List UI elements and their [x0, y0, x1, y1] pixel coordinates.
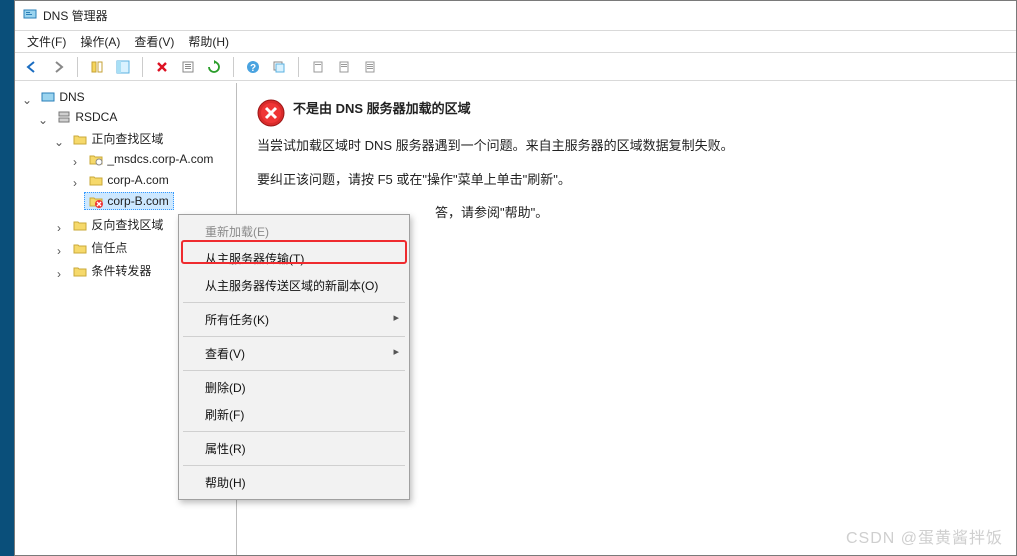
back-button[interactable]: [21, 56, 43, 78]
ctx-view[interactable]: 查看(V): [181, 340, 407, 367]
ctx-sep: [183, 370, 405, 371]
tree-root-label: DNS: [59, 90, 84, 104]
folder-icon: [73, 132, 87, 146]
toolbar-sep: [77, 57, 78, 77]
left-desktop-strip: [0, 0, 14, 556]
tree-trust-points[interactable]: 信任点: [68, 237, 132, 258]
spacer: [69, 197, 81, 211]
twisty-icon[interactable]: ›: [69, 176, 81, 190]
tree-z1-label: corp-A.com: [107, 173, 168, 187]
zone-error-icon: [89, 194, 103, 208]
twisty-icon[interactable]: ⌄: [53, 135, 65, 149]
ctx-properties[interactable]: 属性(R): [181, 435, 407, 462]
twisty-icon[interactable]: ⌄: [37, 113, 49, 127]
content-p1: 当尝试加载区域时 DNS 服务器遇到一个问题。来自主服务器的区域数据复制失败。: [257, 134, 996, 157]
dns-icon: [41, 90, 55, 104]
twisty-icon[interactable]: ›: [53, 267, 65, 281]
twisty-icon[interactable]: ⌄: [21, 93, 33, 107]
ctx-sep: [183, 336, 405, 337]
svg-text:?: ?: [250, 63, 256, 74]
ctx-reload: 重新加载(E): [181, 218, 407, 245]
menubar: 文件(F) 操作(A) 查看(V) 帮助(H): [15, 31, 1016, 53]
delete-button[interactable]: [151, 56, 173, 78]
help-button[interactable]: ?: [242, 56, 264, 78]
toolbar-sep-3: [233, 57, 234, 77]
forward-button[interactable]: [47, 56, 69, 78]
ctx-refresh[interactable]: 刷新(F): [181, 401, 407, 428]
content-p3-partial: 答，请参阅"帮助"。: [435, 201, 996, 224]
window-title: DNS 管理器: [43, 7, 108, 24]
tree-root-dns[interactable]: DNS: [36, 88, 89, 106]
ctx-sep: [183, 431, 405, 432]
folder-icon: [73, 264, 87, 278]
tree-trust-label: 信任点: [91, 239, 127, 256]
tree-zone-corp-a[interactable]: corp-A.com: [84, 171, 173, 189]
twisty-icon[interactable]: ›: [53, 221, 65, 235]
folder-icon: [73, 218, 87, 232]
tree-zone-msdcs[interactable]: _msdcs.corp-A.com: [84, 150, 218, 168]
tree-cond-label: 条件转发器: [91, 262, 151, 279]
up-button[interactable]: [86, 56, 108, 78]
filter-1-button[interactable]: [307, 56, 329, 78]
ctx-new-copy-from-master[interactable]: 从主服务器传送区域的新副本(O): [181, 272, 407, 299]
watermark: CSDN @蛋黄酱拌饭: [846, 524, 1003, 548]
zone-icon: [89, 152, 103, 166]
dns-app-icon: [23, 7, 37, 24]
window: DNS 管理器 文件(F) 操作(A) 查看(V) 帮助(H) ? ⌄: [14, 0, 1017, 556]
content-title: 不是由 DNS 服务器加载的区域: [293, 97, 996, 120]
ctx-sep: [183, 302, 405, 303]
content-p2: 要纠正该问题，请按 F5 或在"操作"菜单上单击"刷新"。: [257, 168, 996, 191]
filter-2-button[interactable]: [333, 56, 355, 78]
tree-server[interactable]: RSDCA: [52, 108, 122, 126]
ctx-help[interactable]: 帮助(H): [181, 469, 407, 496]
folder-icon: [73, 241, 87, 255]
tree-z0-label: _msdcs.corp-A.com: [107, 152, 213, 166]
tree-zone-corp-b[interactable]: corp-B.com: [84, 192, 173, 210]
properties-button[interactable]: [177, 56, 199, 78]
menu-action[interactable]: 操作(A): [80, 33, 120, 50]
toolbar-sep-4: [298, 57, 299, 77]
tree-reverse-zones[interactable]: 反向查找区域: [68, 214, 168, 235]
toolbar-sep-2: [142, 57, 143, 77]
toolbar: ?: [15, 53, 1016, 81]
tree-fwd-label: 正向查找区域: [91, 130, 163, 147]
ctx-delete[interactable]: 删除(D): [181, 374, 407, 401]
twisty-icon[interactable]: ›: [53, 244, 65, 258]
twisty-icon[interactable]: ›: [69, 155, 81, 169]
refresh-button[interactable]: [203, 56, 225, 78]
filter-3-button[interactable]: [359, 56, 381, 78]
server-icon: [57, 110, 71, 124]
titlebar: DNS 管理器: [15, 1, 1016, 31]
ctx-sep: [183, 465, 405, 466]
menu-file[interactable]: 文件(F): [27, 33, 66, 50]
error-icon: [257, 99, 285, 134]
ctx-all-tasks[interactable]: 所有任务(K): [181, 306, 407, 333]
show-tree-button[interactable]: [112, 56, 134, 78]
tree-rev-label: 反向查找区域: [91, 216, 163, 233]
new-window-button[interactable]: [268, 56, 290, 78]
zone-icon: [89, 173, 103, 187]
tree-z2-label: corp-B.com: [107, 194, 168, 208]
tree-forward-zones[interactable]: 正向查找区域: [68, 128, 168, 149]
ctx-transfer-from-master[interactable]: 从主服务器传输(T): [181, 245, 407, 272]
tree-conditional-fwd[interactable]: 条件转发器: [68, 260, 156, 281]
menu-view[interactable]: 查看(V): [134, 33, 174, 50]
context-menu: 重新加载(E) 从主服务器传输(T) 从主服务器传送区域的新副本(O) 所有任务…: [178, 214, 410, 500]
menu-help[interactable]: 帮助(H): [188, 33, 229, 50]
body: ⌄ DNS ⌄ RSDCA: [15, 83, 1016, 555]
tree-server-label: RSDCA: [75, 110, 117, 124]
